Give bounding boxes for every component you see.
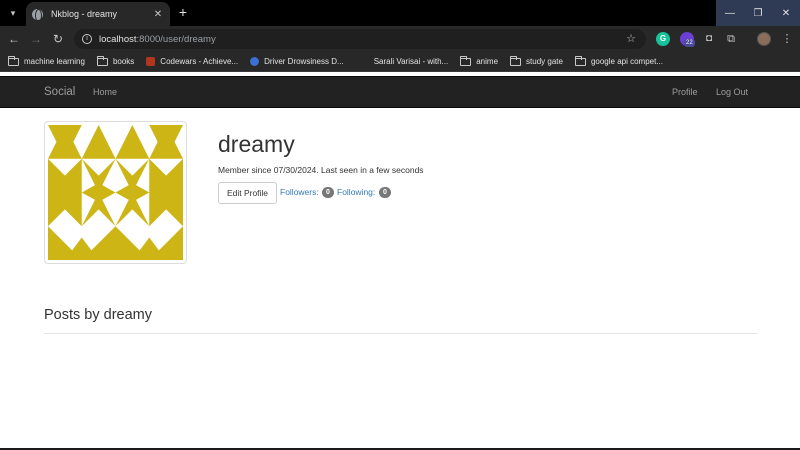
nav-home-link[interactable]: Home (93, 87, 117, 97)
following-count-badge: 0 (379, 187, 391, 198)
window-close-icon[interactable]: ✕ (772, 0, 800, 26)
extensions-puzzle-icon[interactable]: ⧉ (724, 32, 738, 46)
bookmark-item[interactable]: anime (460, 55, 499, 66)
bookmark-label: Sarali Varisai - with... (373, 57, 449, 66)
back-arrow-icon[interactable]: ← (6, 31, 22, 47)
nav-logout-link[interactable]: Log Out (716, 87, 748, 97)
posts-divider (44, 333, 757, 334)
site-icon (250, 57, 260, 66)
minimize-icon[interactable]: — (716, 0, 744, 26)
bookmark-item[interactable]: Sarali Varisai - with... (370, 57, 449, 66)
browser-tab[interactable]: Nkblog - dreamy ✕ (26, 2, 170, 26)
followers-link[interactable]: Followers: (280, 187, 319, 197)
edit-profile-button[interactable]: Edit Profile (218, 182, 277, 204)
nav-profile-link[interactable]: Profile (672, 87, 698, 97)
bookmarks-bar: machine learning books Codewars - Achiev… (0, 52, 800, 72)
window-controls: — ❐ ✕ (716, 0, 800, 26)
folder-icon (460, 55, 472, 66)
folder-icon (510, 55, 522, 66)
restore-icon[interactable]: ❐ (744, 0, 772, 26)
avatar (44, 121, 187, 264)
bookmark-item[interactable]: Driver Drowsiness D... (250, 57, 344, 66)
bookmark-item[interactable]: books (96, 55, 135, 66)
browser-toolbar: ← → ↻ i localhost:8000/user/dreamy ☆ G 2… (0, 26, 800, 52)
following-link[interactable]: Following: (337, 187, 375, 197)
bookmark-label: Driver Drowsiness D... (264, 57, 344, 66)
reload-icon[interactable]: ↻ (50, 31, 66, 47)
followers-count-badge: 0 (322, 187, 334, 198)
profile-username: dreamy (218, 131, 295, 157)
grammarly-extension-icon[interactable]: G (656, 32, 670, 46)
address-bar[interactable]: i localhost:8000/user/dreamy ☆ (74, 29, 646, 49)
bookmark-label: Codewars - Achieve... (160, 57, 239, 66)
folder-icon (96, 55, 108, 66)
tab-title: Nkblog - dreamy (51, 9, 118, 19)
bookmark-star-icon[interactable]: ☆ (626, 32, 636, 45)
identicon-image (48, 125, 183, 260)
bookmark-label: books (112, 57, 135, 66)
posts-heading: Posts by dreamy (44, 307, 152, 323)
bookmark-item[interactable]: google api compet... (574, 55, 663, 66)
bookmark-label: anime (476, 57, 499, 66)
extension-badge: 22 (684, 39, 695, 47)
url-host: localhost (99, 33, 137, 45)
camera-extension-icon[interactable]: ◘ (702, 32, 716, 46)
bookmark-label: machine learning (24, 57, 85, 66)
bookmark-item[interactable]: machine learning (8, 55, 85, 66)
tab-close-icon[interactable]: ✕ (152, 9, 164, 20)
globe-icon (32, 8, 43, 22)
folder-icon (8, 55, 19, 66)
browser-profile-avatar[interactable] (757, 32, 771, 46)
bookmark-item[interactable]: study gate (510, 55, 563, 66)
brand-link[interactable]: Social (44, 86, 75, 98)
tab-search-chevron-icon[interactable]: ▾ (4, 4, 22, 22)
browser-menu-icon[interactable]: ⋮ (780, 32, 794, 46)
new-tab-icon[interactable]: + (175, 4, 191, 20)
url-path: :8000/user/dreamy (136, 33, 216, 45)
site-navbar: Social Home Profile Log Out (0, 76, 800, 108)
site-info-icon[interactable]: i (82, 34, 92, 44)
forward-arrow-icon[interactable]: → (28, 31, 44, 47)
browser-tab-bar: ▾ Nkblog - dreamy ✕ + — ❐ ✕ (0, 0, 800, 26)
folder-icon (574, 55, 586, 66)
codewars-icon (146, 57, 156, 66)
bookmark-label: study gate (526, 57, 563, 66)
bookmark-label: google api compet... (590, 57, 663, 66)
member-since-text: Member since 07/30/2024. Last seen in a … (218, 165, 424, 175)
bookmark-item[interactable]: Codewars - Achieve... (146, 57, 238, 66)
